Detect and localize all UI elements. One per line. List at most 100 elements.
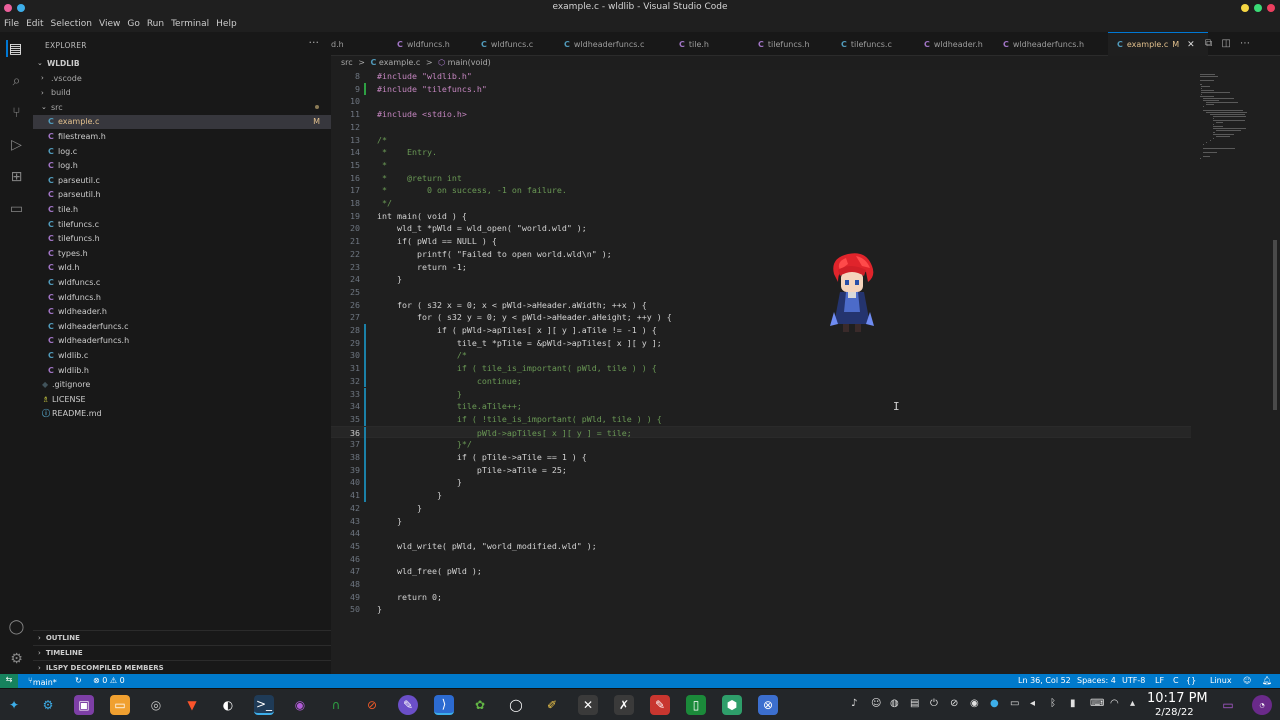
- clock-date[interactable]: 2/28/22: [1155, 707, 1194, 718]
- code-line[interactable]: 25: [331, 286, 1191, 299]
- menu-item-edit[interactable]: Edit: [26, 19, 43, 29]
- minimize-button[interactable]: [1241, 4, 1249, 12]
- konsole-icon[interactable]: >_: [254, 695, 274, 715]
- file-item[interactable]: Clog.h: [33, 159, 331, 173]
- media-player-icon[interactable]: ◉: [290, 695, 310, 715]
- breadcrumb-folder[interactable]: src: [341, 58, 353, 67]
- terminal-green-icon[interactable]: ▯: [686, 695, 706, 715]
- code-line[interactable]: 14 * Entry.: [331, 146, 1191, 159]
- menu-item-run[interactable]: Run: [147, 19, 164, 29]
- file-item[interactable]: Ctilefuncs.h: [33, 232, 331, 246]
- more-actions-icon[interactable]: ···: [309, 36, 320, 49]
- code-line[interactable]: 17 * 0 on success, -1 on failure.: [331, 184, 1191, 197]
- open-changes-icon[interactable]: ⧉: [1205, 38, 1212, 49]
- code-line[interactable]: 43 }: [331, 515, 1191, 528]
- file-item[interactable]: Cexample.c M: [33, 114, 331, 129]
- code-line[interactable]: 40 }: [331, 476, 1191, 490]
- code-line[interactable]: 39 pTile->aTile = 25;: [331, 463, 1191, 477]
- remote-indicator-icon[interactable]: ⇆: [0, 674, 18, 688]
- tray-power-icon[interactable]: ⏻: [930, 698, 938, 709]
- code-line[interactable]: 8 #include "wldlib.h": [331, 70, 1191, 83]
- x-app-icon[interactable]: ✗: [614, 695, 634, 715]
- code-line[interactable]: 16 * @return int: [331, 172, 1191, 185]
- show-desktop-icon[interactable]: ▭: [1218, 695, 1238, 715]
- tool-icon[interactable]: ⊘: [362, 695, 382, 715]
- tab-wldfuncs-c[interactable]: Cwldfuncs.c: [472, 32, 552, 56]
- problems-status[interactable]: ⊗ 0 ⚠ 0: [93, 676, 125, 685]
- xournal-icon[interactable]: ✕: [578, 695, 598, 715]
- code-line[interactable]: 29 tile_t *pTile = &pWld->apTiles[ x ][ …: [331, 336, 1191, 350]
- file-item[interactable]: ♗ LICENSE: [33, 392, 331, 406]
- tray-display-icon[interactable]: ▭: [1010, 698, 1019, 709]
- code-line[interactable]: 18 */: [331, 197, 1191, 210]
- language-mode[interactable]: C: [1173, 676, 1179, 685]
- file-item[interactable]: Ctilefuncs.c: [33, 217, 331, 231]
- search-icon[interactable]: ⌕: [8, 72, 25, 89]
- code-line[interactable]: 42 }: [331, 502, 1191, 515]
- menu-item-file[interactable]: File: [4, 19, 19, 29]
- file-item[interactable]: Cfilestream.h: [33, 129, 331, 143]
- close-button[interactable]: [1267, 4, 1275, 12]
- maximize-button[interactable]: [1254, 4, 1262, 12]
- obs-icon[interactable]: ◐: [218, 695, 238, 715]
- code-line[interactable]: 37 }*/: [331, 438, 1191, 451]
- system-settings-icon[interactable]: ⚙: [38, 695, 58, 715]
- code-line[interactable]: 34 tile.aTile++;: [331, 400, 1191, 413]
- tab-wldheaderfuncs-c[interactable]: Cwldheaderfuncs.c: [555, 32, 667, 56]
- code-line[interactable]: 12: [331, 121, 1191, 134]
- code-line[interactable]: 45 wld_write( pWld, "world_modified.wld"…: [331, 540, 1191, 553]
- extensions-icon[interactable]: ⊞: [8, 168, 25, 185]
- minimap[interactable]: [1192, 70, 1270, 170]
- cursor-position[interactable]: Ln 36, Col 52: [1018, 676, 1071, 685]
- network-app-icon[interactable]: ⊗: [758, 695, 778, 715]
- code-line[interactable]: 47 wld_free( pWld );: [331, 565, 1191, 578]
- file-item[interactable]: ◆ .gitignore: [33, 378, 331, 392]
- source-control-icon[interactable]: ⑂: [8, 104, 25, 121]
- tab-wldheader-h[interactable]: Cwldheader.h: [915, 32, 991, 56]
- battery-icon[interactable]: ▮: [1070, 698, 1076, 709]
- code-line[interactable]: 38 if ( pTile->aTile == 1 ) {: [331, 451, 1191, 464]
- section-outline[interactable]: › OUTLINE: [33, 630, 331, 645]
- code-line[interactable]: 49 return 0;: [331, 591, 1191, 604]
- section-timeline[interactable]: › TIMELINE: [33, 645, 331, 660]
- tab-tilefuncs-c[interactable]: Ctilefuncs.c: [832, 32, 912, 56]
- code-editor[interactable]: 8 #include "wldlib.h" 9 #include "tilefuncs…: [331, 70, 1280, 674]
- file-item[interactable]: Cwldheader.h: [33, 305, 331, 319]
- file-item[interactable]: Cparseutil.h: [33, 188, 331, 202]
- code-line[interactable]: 26 for ( s32 x = 0; x < pWld->aHeader.aW…: [331, 299, 1191, 312]
- settings-gear-icon[interactable]: ⚙: [8, 650, 25, 667]
- code-line[interactable]: 44: [331, 527, 1191, 540]
- code-line[interactable]: 15 *: [331, 159, 1191, 172]
- game-icon[interactable]: ✿: [470, 695, 490, 715]
- app-icon[interactable]: ✎: [398, 695, 418, 715]
- branch-status[interactable]: ⑂ main*: [28, 676, 57, 687]
- file-item[interactable]: Cwldlib.h: [33, 363, 331, 377]
- network-icon[interactable]: ◠: [1110, 698, 1119, 709]
- code-line[interactable]: 19 int main( void ) {: [331, 210, 1191, 223]
- code-line[interactable]: 35 if ( !tile_is_important( pWld, tile )…: [331, 412, 1191, 426]
- tab-d-h[interactable]: d.h: [331, 32, 383, 56]
- file-item[interactable]: Cwldfuncs.h: [33, 290, 331, 304]
- file-item[interactable]: Cwldfuncs.c: [33, 275, 331, 289]
- file-item[interactable]: Ctile.h: [33, 202, 331, 216]
- file-item[interactable]: Cwldheaderfuncs.c: [33, 319, 331, 333]
- code-line[interactable]: 27 for ( s32 y = 0; y < pWld->aHeader.aH…: [331, 311, 1191, 324]
- tab-wldheaderfuncs-h[interactable]: Cwldheaderfuncs.h: [994, 32, 1104, 56]
- code-line[interactable]: 11 #include <stdio.h>: [331, 108, 1191, 121]
- tray-record-icon[interactable]: ⊘: [950, 698, 958, 709]
- code-line[interactable]: 24 }: [331, 273, 1191, 286]
- brave-browser-icon[interactable]: ▼: [182, 695, 202, 715]
- folder-item[interactable]: ⌄ src: [33, 100, 331, 114]
- code-line[interactable]: 9 #include "tilefuncs.h": [331, 82, 1191, 96]
- split-editor-icon[interactable]: ◫: [1221, 38, 1230, 49]
- editor-app-icon[interactable]: ✐: [542, 695, 562, 715]
- encoding[interactable]: UTF-8: [1122, 676, 1145, 685]
- tab-wldfuncs-h[interactable]: Cwldfuncs.h: [388, 32, 468, 56]
- discover-icon[interactable]: ▣: [74, 695, 94, 715]
- file-item[interactable]: Ctypes.h: [33, 246, 331, 260]
- code-line[interactable]: 10: [331, 95, 1191, 108]
- app-launcher-icon[interactable]: ✦: [4, 695, 24, 715]
- tray-discord-icon[interactable]: ☺: [871, 698, 881, 709]
- editor-scrollbar[interactable]: [1272, 70, 1278, 674]
- remote-explorer-icon[interactable]: ▭: [8, 200, 25, 217]
